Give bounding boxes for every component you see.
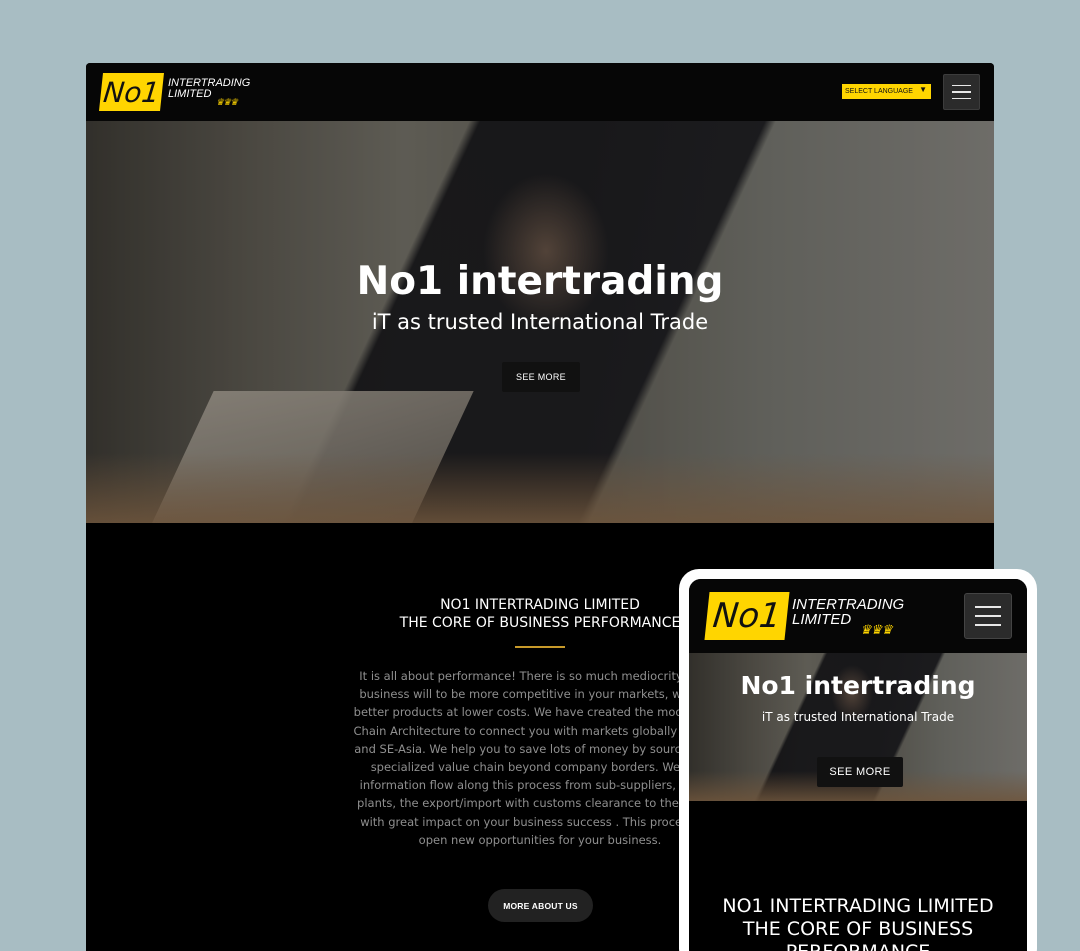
mobile-hero-banner: No1 intertrading iT as trusted Internati… xyxy=(689,653,1027,801)
more-about-us-button[interactable]: MORE ABOUT US xyxy=(488,889,593,922)
mobile-hero-subtitle: iT as trusted International Trade xyxy=(761,710,955,724)
chevron-down-icon: ▼ xyxy=(919,85,927,94)
top-nav: No1 INTERTRADING LIMITED ♛♛♛ SELECT LANG… xyxy=(86,63,994,121)
logo-mark: No1 xyxy=(99,73,164,111)
logo-line1: INTERTRADING xyxy=(792,595,905,613)
hamburger-icon xyxy=(952,84,971,87)
hero-subtitle: iT as trusted International Trade xyxy=(371,310,709,334)
site-logo[interactable]: No1 INTERTRADING LIMITED ♛♛♛ xyxy=(99,73,251,111)
mobile-see-more-button[interactable]: SEE MORE xyxy=(817,757,903,787)
mobile-top-nav: No1 INTERTRADING LIMITED ♛♛♛ xyxy=(689,579,1027,653)
logo-mark: No1 xyxy=(704,592,790,640)
mobile-about-heading: NO1 INTERTRADING LIMITED THE CORE OF BUS… xyxy=(689,895,1027,951)
menu-button[interactable] xyxy=(943,74,980,110)
mobile-heading-line3: PERFORMANCE xyxy=(689,941,1027,951)
mobile-heading-line1: NO1 INTERTRADING LIMITED xyxy=(722,895,994,917)
mobile-hero-title: No1 intertrading xyxy=(740,671,976,700)
mobile-heading-line2: THE CORE OF BUSINESS xyxy=(742,918,974,940)
crown-icon: ♛♛♛ xyxy=(860,621,893,637)
hamburger-icon xyxy=(975,606,1001,608)
language-label: SELECT LANGUAGE xyxy=(845,88,913,95)
mobile-site-logo[interactable]: No1 INTERTRADING LIMITED ♛♛♛ xyxy=(704,592,904,640)
language-select[interactable]: SELECT LANGUAGE ▼ xyxy=(842,84,931,99)
heading-divider xyxy=(515,646,565,648)
hero-title: No1 intertrading xyxy=(356,259,724,304)
see-more-button[interactable]: SEE MORE xyxy=(502,362,580,392)
logo-line1: INTERTRADING xyxy=(168,76,251,89)
mobile-mockup: No1 INTERTRADING LIMITED ♛♛♛ No1 intertr… xyxy=(679,569,1037,951)
hero-banner: No1 intertrading iT as trusted Internati… xyxy=(86,121,994,523)
crown-icon: ♛♛♛ xyxy=(216,96,238,107)
mobile-screen: No1 INTERTRADING LIMITED ♛♛♛ No1 intertr… xyxy=(689,579,1027,951)
logo-wordmark: INTERTRADING LIMITED ♛♛♛ xyxy=(792,597,904,636)
mobile-menu-button[interactable] xyxy=(964,593,1012,639)
logo-wordmark: INTERTRADING LIMITED ♛♛♛ xyxy=(168,76,251,107)
